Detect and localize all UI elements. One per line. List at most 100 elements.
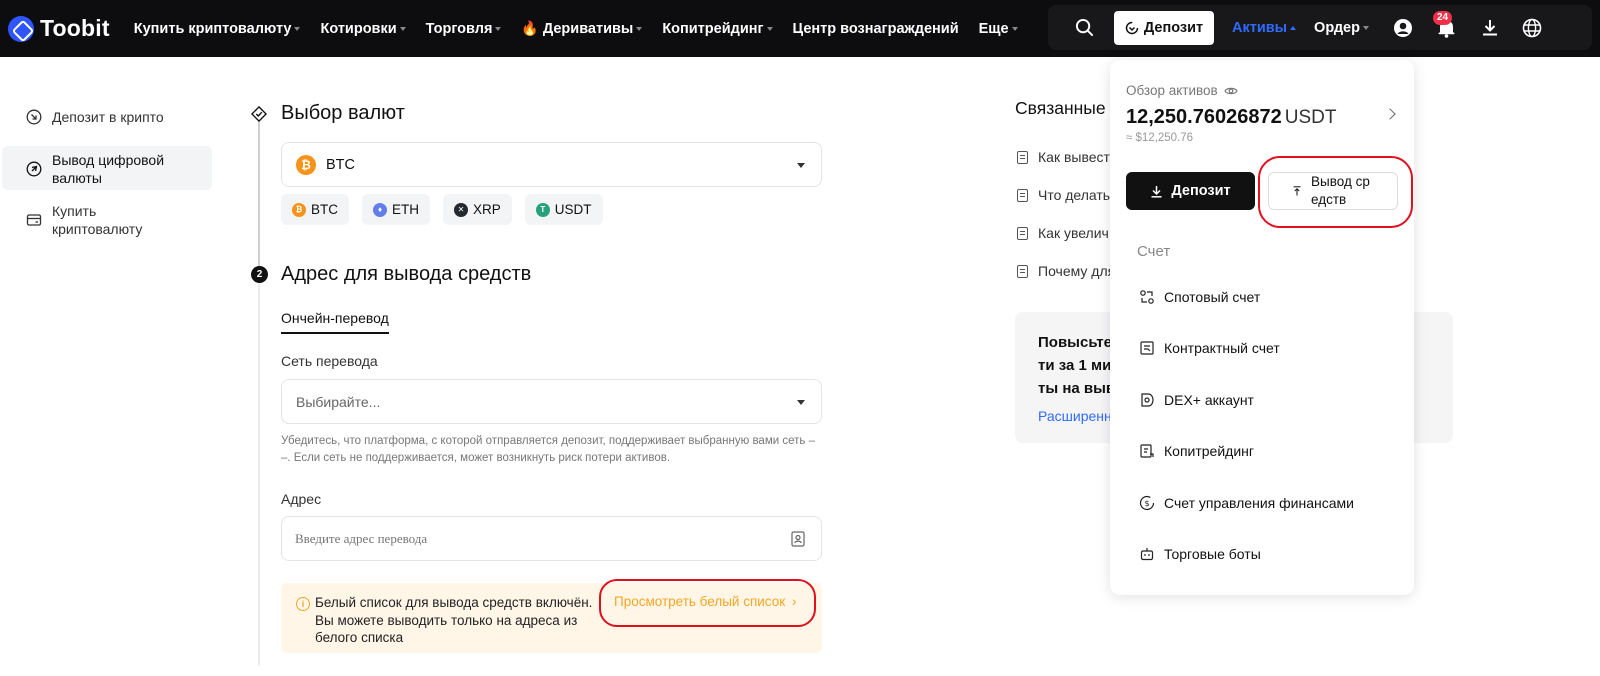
toobit-logo[interactable]: Toobit	[8, 15, 110, 42]
step-connector	[258, 122, 260, 272]
step2-title: Адрес для вывода средств	[281, 263, 532, 285]
related-article-label: Как вывест	[1038, 149, 1110, 165]
related-articles-title: Связанные	[1015, 98, 1106, 118]
header-deposit-button[interactable]: Депозит	[1114, 10, 1214, 45]
nav-quotes[interactable]: Котировки	[320, 20, 406, 37]
nav-right-toolbar: Депозит Активы Ордер 24	[1048, 5, 1592, 50]
orders-menu[interactable]: Ордер	[1314, 20, 1369, 36]
account-item-label: Спотовый счет	[1164, 289, 1261, 305]
chevron-down-icon	[399, 26, 406, 31]
sidebar-item-label: Депозит в крипто	[52, 109, 164, 125]
step-connector	[258, 282, 260, 666]
dropdown-deposit-button[interactable]: Депозит	[1126, 172, 1255, 210]
network-placeholder: Выбирайте...	[296, 393, 381, 410]
account-item-copytrading[interactable]: Копитрейдинг	[1139, 443, 1254, 459]
network-select[interactable]: Выбирайте...	[281, 379, 822, 424]
sidebar-item-buy-crypto[interactable]: Купить криптовалюту	[0, 194, 215, 246]
promo-link[interactable]: Расширенн	[1038, 408, 1118, 424]
nav-buy-crypto-label: Купить криптовалюту	[133, 20, 292, 37]
total-balance: 12,250.76026872 USDT	[1126, 106, 1336, 129]
annotation-highlight-oval	[599, 579, 816, 627]
sidebar-item-withdraw-crypto[interactable]: Вывод цифровой валюты	[2, 146, 212, 190]
nav-trading-label: Торговля	[425, 20, 493, 37]
account-item-spot[interactable]: Спотовый счет	[1139, 289, 1260, 305]
download-icon[interactable]	[1478, 16, 1502, 40]
nav-more[interactable]: Еще	[979, 21, 1018, 37]
balance-usd-approx: ≈ $12,250.76	[1126, 132, 1194, 144]
chevron-down-icon	[797, 399, 805, 405]
nav-more-label: Еще	[978, 20, 1009, 37]
related-article-link[interactable]: Что делать	[1017, 187, 1110, 203]
chip-label: ETH	[392, 202, 419, 217]
dex-icon	[1141, 393, 1154, 407]
address-field[interactable]	[295, 530, 755, 547]
spot-icon	[1140, 290, 1154, 304]
eye-icon[interactable]	[1224, 86, 1238, 96]
chip-btc[interactable]: ₿ BTC	[281, 194, 349, 225]
chip-xrp[interactable]: ✕ XRP	[443, 194, 512, 225]
account-item-label: Контрактный счет	[1164, 340, 1280, 356]
finance-icon: $	[1139, 495, 1155, 511]
user-avatar-icon[interactable]	[1391, 16, 1415, 40]
balance-value: 12,250.76026872	[1126, 106, 1282, 128]
deposit-icon	[1125, 21, 1139, 34]
nav-trading[interactable]: Торговля	[426, 21, 502, 37]
toobit-logo-icon	[8, 15, 34, 42]
document-icon	[1017, 150, 1028, 164]
chevron-down-icon	[797, 162, 805, 168]
address-label: Адрес	[281, 491, 322, 507]
address-input[interactable]	[281, 516, 822, 561]
nav-buy-crypto[interactable]: Купить криптовалюту	[134, 21, 301, 37]
card-icon	[26, 214, 42, 226]
account-item-contract[interactable]: Контрактный счет	[1139, 340, 1280, 356]
network-label: Сеть перевода	[281, 353, 378, 369]
address-book-icon[interactable]	[791, 531, 805, 547]
assets-menu[interactable]: Активы	[1232, 20, 1297, 36]
account-item-label: Копитрейдинг	[1164, 443, 1254, 459]
deposit-icon	[26, 109, 42, 125]
sidebar-item-label: Вывод цифровой валюты	[52, 152, 165, 186]
bot-icon	[1140, 548, 1154, 561]
account-item-dex[interactable]: DEX+ аккаунт	[1139, 392, 1254, 408]
step1-title: Выбор валют	[281, 102, 405, 124]
main-menu: Купить криптовалюту Котировки Торговля 🔥…	[134, 20, 1038, 37]
account-item-finance[interactable]: $ Счет управления финансами	[1139, 495, 1354, 511]
chevron-right-icon[interactable]	[1384, 108, 1396, 120]
nav-rewards-center[interactable]: Центр вознаграждений	[793, 21, 959, 37]
svg-text:$: $	[1144, 499, 1149, 508]
related-article-link[interactable]: Как увелич	[1017, 225, 1109, 241]
document-icon	[1017, 264, 1028, 278]
header-deposit-label: Депозит	[1143, 19, 1204, 36]
chip-eth[interactable]: ♦ ETH	[362, 194, 430, 225]
account-item-bots[interactable]: Торговые боты	[1139, 546, 1261, 562]
xrp-icon: ✕	[454, 202, 468, 217]
nav-quotes-label: Котировки	[320, 20, 397, 37]
chevron-down-icon	[766, 26, 773, 31]
fire-icon: 🔥	[521, 20, 539, 36]
annotation-highlight-oval	[1258, 156, 1413, 228]
nav-copytrading[interactable]: Копитрейдинг	[662, 20, 773, 37]
document-icon	[1017, 226, 1028, 240]
chip-label: BTC	[311, 202, 338, 217]
currency-select[interactable]: ₿ BTC	[281, 142, 822, 187]
ethereum-icon: ♦	[373, 202, 387, 217]
related-article-link[interactable]: Почему для	[1017, 263, 1115, 279]
contract-icon	[1140, 341, 1154, 355]
info-icon: i	[296, 597, 310, 611]
orders-label: Ордер	[1314, 19, 1360, 36]
document-icon	[1017, 188, 1028, 202]
network-hint: Убедитесь, что платформа, с которой отпр…	[281, 435, 815, 464]
tab-onchain-transfer[interactable]: Ончейн-перевод	[281, 310, 389, 334]
globe-icon[interactable]	[1520, 16, 1544, 40]
chip-usdt[interactable]: T USDT	[524, 194, 603, 225]
assets-dropdown: Обзор активов 12,250.76026872 USDT ≈ $12,…	[1110, 60, 1414, 595]
nav-derivatives[interactable]: 🔥 Деривативы	[521, 20, 643, 37]
bitcoin-icon: ₿	[292, 202, 306, 217]
related-article-label: Как увелич	[1038, 225, 1109, 241]
chevron-down-icon	[294, 26, 301, 31]
nav-copytrading-label: Копитрейдинг	[662, 20, 764, 37]
search-icon[interactable]	[1072, 16, 1096, 40]
sidebar-item-deposit-crypto[interactable]: Депозит в крипто	[0, 100, 215, 134]
related-article-label: Что делать	[1038, 187, 1111, 203]
related-article-link[interactable]: Как вывест	[1017, 149, 1110, 165]
